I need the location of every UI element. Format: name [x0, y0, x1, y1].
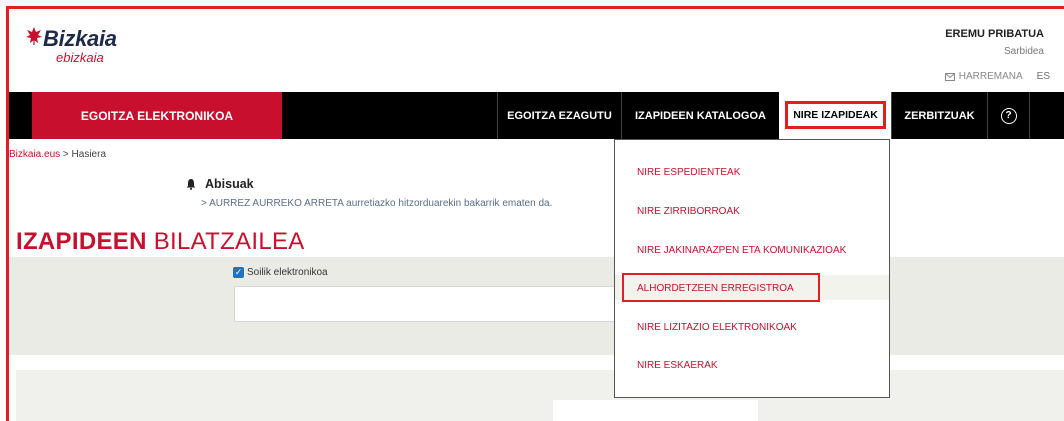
nav-spacer: [1029, 92, 1064, 139]
nav-izapideen-katalogoa[interactable]: IZAPIDEEN KATALOGOA: [621, 92, 779, 139]
breadcrumb-current: Hasiera: [71, 149, 107, 160]
help-icon: ?: [1000, 107, 1017, 124]
dropdown-item-espedienteak[interactable]: NIRE ESPEDIENTEAK: [637, 167, 740, 178]
main-nav: EGOITZA ELEKTRONIKOA EGOITZA EZAGUTU IZA…: [9, 92, 1064, 139]
nav-egoitza-elektronikoa[interactable]: EGOITZA ELEKTRONIKOA: [32, 92, 282, 139]
electronic-only-option[interactable]: ✓ Soilik elektronikoa: [233, 267, 328, 278]
electronic-only-checkbox[interactable]: ✓: [233, 267, 244, 278]
highlight-frame: [6, 6, 1064, 421]
nav-egoitza-ezagutu[interactable]: EGOITZA EZAGUTU: [497, 92, 621, 139]
logo-subtitle: ebizkaia: [56, 50, 104, 65]
alerts-heading: Abisuak: [185, 177, 254, 191]
breadcrumb-home-link[interactable]: Bizkaia.eus: [9, 149, 60, 160]
help-button[interactable]: ?: [987, 92, 1029, 139]
alerts-title: Abisuak: [205, 177, 254, 191]
envelope-icon: [944, 72, 955, 81]
search-input[interactable]: [234, 286, 624, 322]
breadcrumb-separator: >: [60, 149, 72, 160]
page-title: IZAPIDEEN BILATZAILEA: [16, 228, 305, 256]
logo-title: Bizkaia: [43, 26, 117, 51]
page-title-thin: BILATZAILEA: [153, 228, 305, 255]
alert-message[interactable]: > AURREZ AURREKO ARRETA aurretiazko hitz…: [201, 198, 552, 209]
logo[interactable]: Bizkaia ebizkaia: [26, 26, 117, 65]
results-tab: [553, 400, 758, 421]
page-title-bold: IZAPIDEEN: [16, 228, 147, 255]
breadcrumb: Bizkaia.eus > Hasiera: [9, 149, 106, 160]
nav-nire-izapideak[interactable]: NIRE IZAPIDEAK: [785, 101, 886, 129]
private-area-label: EREMU PRIBATUA: [945, 28, 1044, 40]
contact-link[interactable]: HARREMANA: [944, 71, 1023, 82]
contact-label: HARREMANA: [958, 71, 1023, 82]
nire-izapideak-dropdown: NIRE ESPEDIENTEAK NIRE ZIRRIBORROAK NIRE…: [614, 139, 890, 398]
language-switch[interactable]: ES: [1037, 71, 1050, 82]
dropdown-highlight-box: [622, 273, 820, 302]
login-link[interactable]: Sarbidea: [945, 46, 1044, 57]
dropdown-item-zirriborroak[interactable]: NIRE ZIRRIBORROAK: [637, 206, 740, 217]
electronic-only-label: Soilik elektronikoa: [247, 267, 328, 278]
private-area: EREMU PRIBATUA Sarbidea: [945, 28, 1044, 57]
bell-icon: [186, 179, 196, 190]
utility-links: HARREMANA ES: [944, 71, 1050, 82]
page: Bizkaia ebizkaia EREMU PRIBATUA Sarbidea…: [0, 0, 1064, 421]
nav-zerbitzuak[interactable]: ZERBITZUAK: [891, 92, 987, 139]
dropdown-item-jakinarazpenak[interactable]: NIRE JAKINARAZPEN ETA KOMUNIKAZIOAK: [637, 245, 846, 256]
dropdown-item-lizitazio[interactable]: NIRE LIZITAZIO ELEKTRONIKOAK: [637, 322, 797, 333]
leaf-icon: [26, 27, 42, 45]
results-panel: [16, 370, 1064, 421]
dropdown-item-eskaerak[interactable]: NIRE ESKAERAK: [637, 360, 718, 371]
